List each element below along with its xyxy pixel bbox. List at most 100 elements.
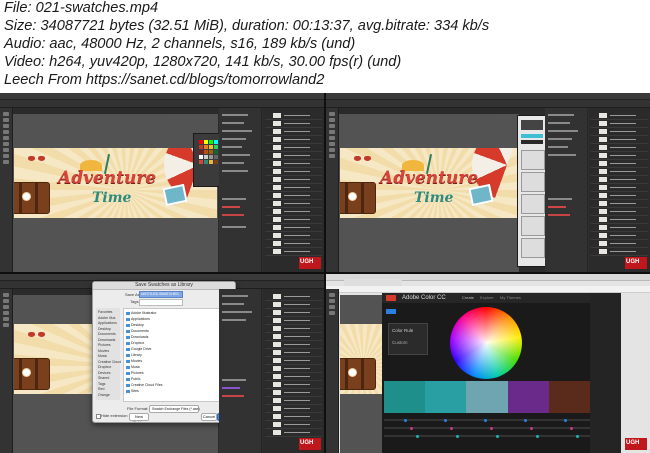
slider-knob[interactable] bbox=[484, 418, 487, 422]
type-tool-icon[interactable] bbox=[329, 130, 335, 134]
file-list-item[interactable]: Creative Cloud Files bbox=[126, 383, 163, 387]
symbol-drop-icon[interactable] bbox=[521, 172, 545, 192]
sidebar-item[interactable]: Tags bbox=[98, 382, 105, 386]
pen-tool-icon[interactable] bbox=[3, 124, 9, 128]
file-list-item[interactable]: Adobe Illustrator bbox=[126, 311, 157, 315]
layer-row[interactable] bbox=[265, 120, 322, 128]
swatch-8[interactable] bbox=[209, 145, 213, 149]
layer-row[interactable] bbox=[591, 184, 648, 192]
slider-knob[interactable] bbox=[444, 418, 447, 422]
artboard[interactable]: Adventure Time bbox=[340, 148, 520, 218]
sidebar-item[interactable]: Documents bbox=[98, 332, 116, 336]
swatch-27[interactable] bbox=[214, 160, 218, 164]
swatch-1[interactable] bbox=[204, 140, 208, 144]
slider-knob[interactable] bbox=[404, 418, 407, 422]
layer-row[interactable] bbox=[591, 216, 648, 224]
color-slider[interactable] bbox=[384, 418, 590, 422]
layer-row[interactable] bbox=[265, 232, 322, 240]
layer-row[interactable] bbox=[265, 325, 322, 333]
layer-row[interactable] bbox=[265, 208, 322, 216]
slider-knob[interactable] bbox=[416, 434, 419, 438]
adobe-color-window[interactable]: Adobe Color CC Create Explore My Themes … bbox=[382, 293, 621, 453]
layer-row[interactable] bbox=[265, 373, 322, 381]
document-tab[interactable] bbox=[340, 108, 500, 113]
theme-swatch-3[interactable] bbox=[507, 381, 549, 413]
save-swatches-dialog[interactable]: Save Swatches as Library Save As: UNTITL… bbox=[92, 281, 236, 423]
layer-row[interactable] bbox=[265, 413, 322, 421]
swatch-9[interactable] bbox=[214, 145, 218, 149]
file-list-item[interactable]: Documents bbox=[126, 329, 149, 333]
swatch-12[interactable] bbox=[199, 150, 203, 154]
rotate-tool-icon[interactable] bbox=[329, 148, 335, 152]
layer-row[interactable] bbox=[265, 168, 322, 176]
document-tab[interactable] bbox=[14, 108, 174, 113]
library-panel[interactable] bbox=[517, 115, 547, 267]
layer-row[interactable] bbox=[265, 184, 322, 192]
file-format-select[interactable]: Swatch Exchange Files (*.ase) bbox=[149, 405, 200, 413]
type-tool-icon[interactable] bbox=[3, 130, 9, 134]
selection-tool-icon[interactable] bbox=[3, 112, 9, 116]
browser-tab[interactable] bbox=[344, 279, 402, 286]
layer-row[interactable] bbox=[265, 200, 322, 208]
shape-tool-icon[interactable] bbox=[329, 136, 335, 140]
layer-row[interactable] bbox=[591, 176, 648, 184]
color-slider[interactable] bbox=[384, 426, 590, 430]
layer-row[interactable] bbox=[265, 309, 322, 317]
file-list-item[interactable]: Dropbox bbox=[126, 341, 144, 345]
layer-row[interactable] bbox=[265, 144, 322, 152]
layer-row[interactable] bbox=[591, 240, 648, 248]
layer-row[interactable] bbox=[591, 144, 648, 152]
color-sliders[interactable] bbox=[384, 415, 590, 445]
swatch-row-dark[interactable] bbox=[521, 140, 543, 144]
slider-knob[interactable] bbox=[410, 426, 413, 430]
layer-row[interactable] bbox=[265, 405, 322, 413]
sidebar-item[interactable]: Applications bbox=[98, 321, 117, 325]
layer-row[interactable] bbox=[591, 200, 648, 208]
theme-swatch-2[interactable] bbox=[466, 381, 508, 413]
swatch-24[interactable] bbox=[199, 160, 203, 164]
layer-row[interactable] bbox=[591, 208, 648, 216]
nav-explore[interactable]: Explore bbox=[480, 295, 494, 301]
layer-row[interactable] bbox=[265, 248, 322, 256]
sidebar-item[interactable]: Red bbox=[98, 387, 104, 391]
layer-row[interactable] bbox=[265, 192, 322, 200]
layer-row[interactable] bbox=[591, 192, 648, 200]
slider-knob[interactable] bbox=[490, 426, 493, 430]
color-wheel[interactable] bbox=[450, 307, 522, 379]
cancel-button[interactable]: Cancel bbox=[201, 413, 217, 421]
color-rule-box[interactable]: Color Rule Custom bbox=[388, 323, 428, 355]
nav-my-themes[interactable]: My Themes bbox=[500, 295, 521, 301]
pen-tool-icon[interactable] bbox=[329, 124, 335, 128]
swatch-25[interactable] bbox=[204, 160, 208, 164]
swatch-row-cyan[interactable] bbox=[521, 134, 543, 138]
artboard[interactable]: Adventure Time bbox=[14, 148, 217, 218]
symbol-heart-icon[interactable] bbox=[521, 194, 545, 214]
gradient-tool-icon[interactable] bbox=[3, 154, 9, 158]
save-as-input[interactable]: UNTITLED SWATCHES bbox=[139, 291, 183, 298]
swatch-20[interactable] bbox=[209, 155, 213, 159]
layer-row[interactable] bbox=[591, 152, 648, 160]
layer-row[interactable] bbox=[265, 397, 322, 405]
layer-row[interactable] bbox=[265, 301, 322, 309]
slider-knob[interactable] bbox=[524, 418, 527, 422]
layer-row[interactable] bbox=[591, 112, 648, 120]
sidebar-item[interactable]: Pictures bbox=[98, 343, 111, 347]
sidebar-item[interactable]: Orange bbox=[98, 393, 110, 397]
selection-tool-icon[interactable] bbox=[329, 112, 335, 116]
layer-row[interactable] bbox=[265, 341, 322, 349]
file-list-item[interactable]: Desktop bbox=[126, 323, 144, 327]
layer-row[interactable] bbox=[591, 128, 648, 136]
slider-knob[interactable] bbox=[456, 434, 459, 438]
layer-row[interactable] bbox=[265, 317, 322, 325]
slider-knob[interactable] bbox=[570, 426, 573, 430]
tags-input[interactable] bbox=[139, 299, 183, 306]
layer-row[interactable] bbox=[265, 240, 322, 248]
file-list-item[interactable]: Sites bbox=[126, 389, 139, 393]
swatch-14[interactable] bbox=[209, 150, 213, 154]
sidebar-item[interactable]: Music bbox=[98, 354, 107, 358]
swatch-3[interactable] bbox=[214, 140, 218, 144]
layer-row[interactable] bbox=[265, 293, 322, 301]
slider-knob[interactable] bbox=[450, 426, 453, 430]
sidebar-item[interactable]: Favorites bbox=[98, 310, 112, 314]
rotate-tool-icon[interactable] bbox=[3, 148, 9, 152]
